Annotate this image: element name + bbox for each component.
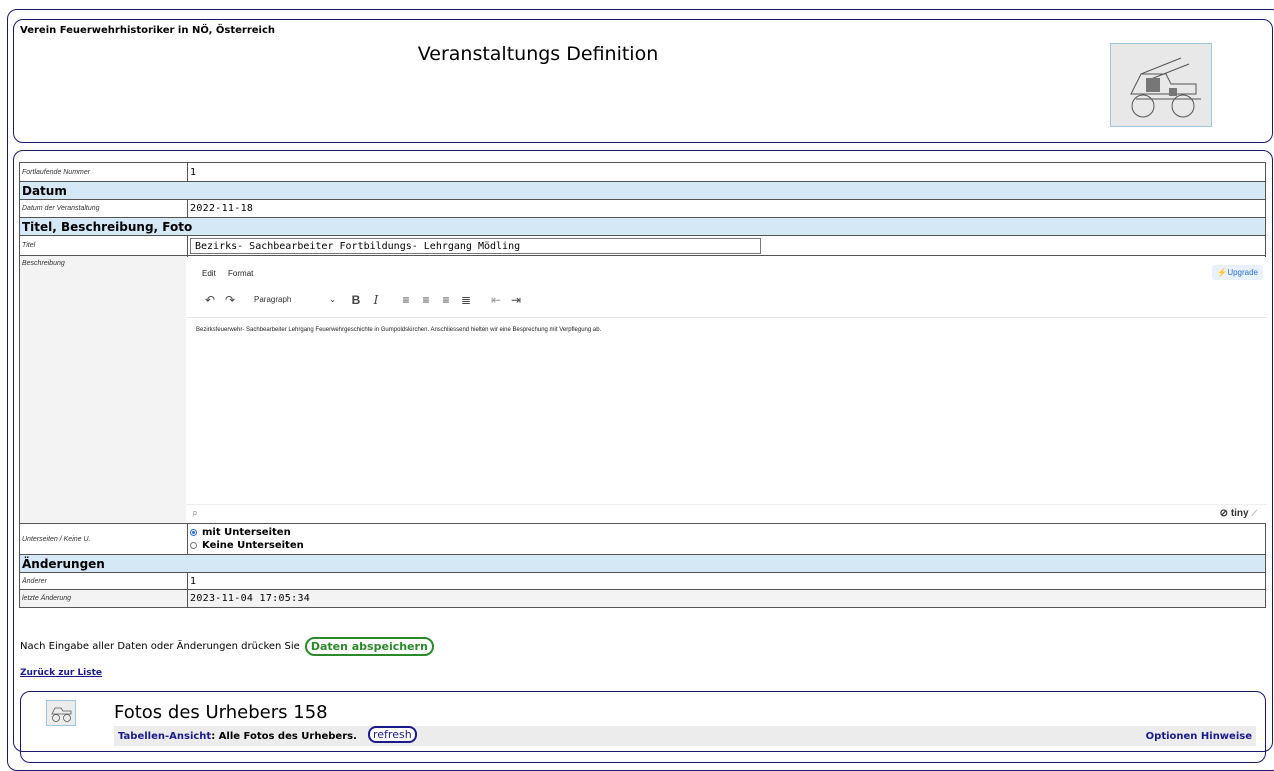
radio-mit-unterseiten[interactable]: mit Unterseiten <box>190 526 1263 539</box>
chevron-down-icon: ⌄ <box>329 295 336 304</box>
section-titel: Titel, Beschreibung, Foto <box>19 217 1266 236</box>
align-center-icon[interactable]: ≡ <box>416 293 436 307</box>
page-title: Veranstaltungs Definition <box>417 43 659 65</box>
datum-value: 2022-11-18 <box>187 199 1266 218</box>
logo-image <box>1110 43 1212 127</box>
section-datum: Datum <box>19 181 1266 200</box>
fotos-thumbnail <box>46 700 76 726</box>
datum-label: Datum der Veranstaltung <box>19 199 188 218</box>
editor-toolbar: ↶ ↷ Paragraph ⌄ B I ≡ ≡ ≡ ≣ ⇤ ⇥ <box>200 293 526 307</box>
radio-unselected-icon[interactable] <box>190 542 197 549</box>
header-panel <box>13 19 1273 143</box>
menu-edit[interactable]: Edit <box>202 269 216 278</box>
tiny-brand[interactable]: ⊘ tiny ⟋ <box>1220 508 1257 519</box>
fotos-toolbar: Tabellen-Ansicht: Alle Fotos des Urheber… <box>114 726 1256 746</box>
paragraph-select[interactable]: Paragraph ⌄ <box>254 295 336 304</box>
redo-icon[interactable]: ↷ <box>220 293 240 307</box>
italic-icon[interactable]: I <box>366 293 386 307</box>
unterseiten-label: Unterseiten / Keine U. <box>19 523 188 555</box>
optionen-hinweise-link[interactable]: Optionen Hinweise <box>1146 731 1252 742</box>
tabellen-ansicht-link[interactable]: Tabellen-Ansicht <box>118 731 211 742</box>
save-note: Nach Eingabe aller Daten oder Änderungen… <box>20 637 434 656</box>
fotos-title: Fotos des Urhebers 158 <box>114 702 328 723</box>
undo-icon[interactable]: ↶ <box>200 293 220 307</box>
resize-handle-icon[interactable]: ⟋ <box>1251 509 1257 518</box>
letzte-aenderung-value: 2023-11-04 17:05:34 <box>187 589 1266 608</box>
aenderer-label: Änderer <box>19 572 188 590</box>
save-button[interactable]: Daten abspeichern <box>304 637 434 656</box>
aenderer-value: 1 <box>187 572 1266 590</box>
align-right-icon[interactable]: ≡ <box>436 293 456 307</box>
rich-text-editor: Edit Format ⚡Upgrade ↶ ↷ Paragraph ⌄ B I… <box>186 256 1267 523</box>
org-name: Verein Feuerwehrhistoriker in NÖ, Österr… <box>20 25 276 36</box>
refresh-button[interactable]: refresh <box>368 726 417 743</box>
align-justify-icon[interactable]: ≣ <box>456 293 476 307</box>
fotos-view-info: Tabellen-Ansicht: Alle Fotos des Urheber… <box>118 731 357 742</box>
editor-menubar: Edit Format <box>202 269 263 278</box>
back-to-list-link[interactable]: Zurück zur Liste <box>20 668 102 678</box>
menu-format[interactable]: Format <box>228 269 253 278</box>
editor-divider <box>186 316 1267 318</box>
outdent-icon[interactable]: ⇤ <box>486 293 506 307</box>
fortlaufende-value: 1 <box>187 162 1266 182</box>
fortlaufende-label: Fortlaufende Nummer <box>19 162 188 182</box>
editor-statusbar: p ⊘ tiny ⟋ <box>186 503 1267 523</box>
titel-input[interactable]: Bezirks- Sachbearbeiter Fortbildungs- Le… <box>190 237 761 254</box>
lightning-icon: ⚡ <box>1217 267 1228 277</box>
radio-keine-unterseiten[interactable]: Keine Unterseiten <box>190 539 1263 552</box>
indent-icon[interactable]: ⇥ <box>506 293 526 307</box>
align-left-icon[interactable]: ≡ <box>396 293 416 307</box>
letzte-aenderung-label: letzte Änderung <box>19 589 188 608</box>
section-aenderungen: Änderungen <box>19 554 1266 573</box>
radio-selected-icon[interactable] <box>190 529 197 536</box>
element-path[interactable]: p <box>193 510 197 517</box>
titel-label: Titel <box>19 235 188 256</box>
upgrade-button[interactable]: ⚡Upgrade <box>1212 264 1263 280</box>
bold-icon[interactable]: B <box>346 293 366 307</box>
tiny-logo-icon: ⊘ <box>1219 507 1229 519</box>
event-form-table: Fortlaufende Nummer 1 Datum Datum der Ve… <box>19 162 1267 608</box>
beschreibung-label: Beschreibung <box>19 255 188 524</box>
editor-content[interactable]: Bezirksfeuerwehr- Sachbearbeiter Lehrgan… <box>196 327 601 333</box>
